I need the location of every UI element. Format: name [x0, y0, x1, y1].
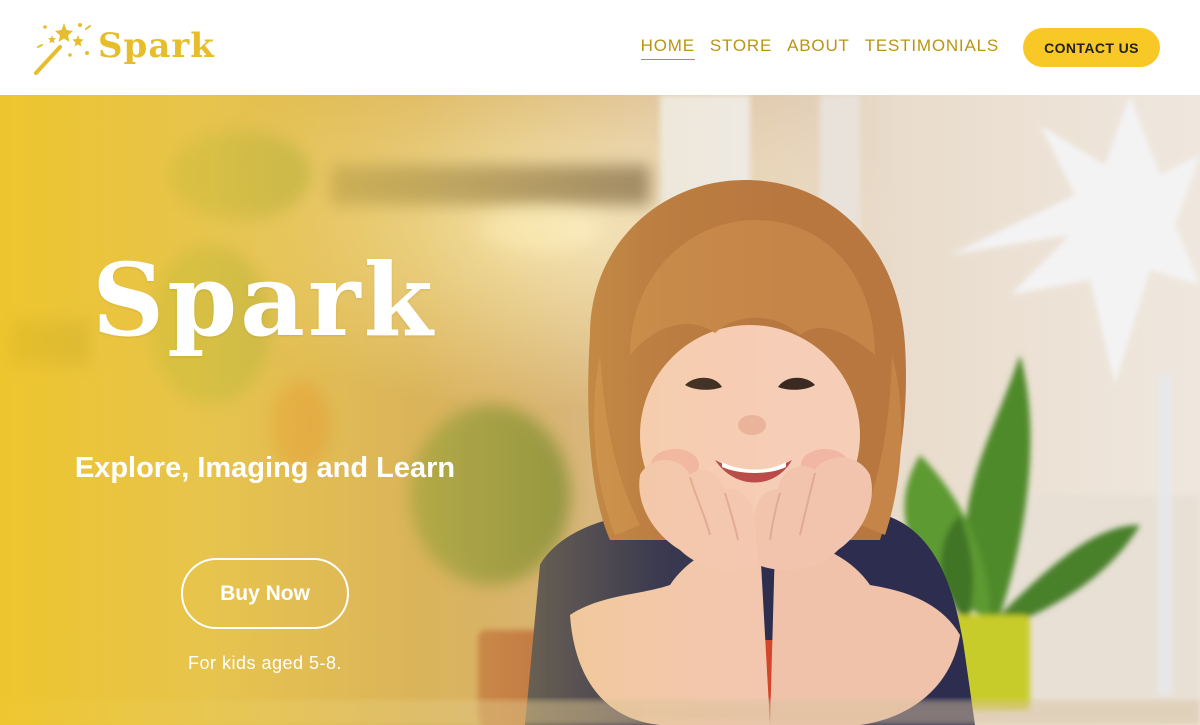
hero-section: Spark Explore, Imaging and Learn Buy Now… — [0, 95, 1200, 725]
contact-us-button[interactable]: CONTACT US — [1023, 28, 1160, 67]
brand-name: Spark — [98, 25, 215, 66]
buy-now-button[interactable]: Buy Now — [181, 558, 349, 629]
magic-wand-icon — [34, 22, 91, 75]
brand-logo[interactable]: Spark — [30, 17, 215, 79]
nav-link-home[interactable]: HOME — [640, 36, 695, 60]
hero-content: Spark Explore, Imaging and Learn Buy Now… — [0, 95, 1200, 725]
nav-link-about[interactable]: ABOUT — [787, 36, 850, 60]
site-header: Spark HOME STORE ABOUT TESTIMONIALS CONT… — [0, 0, 1200, 95]
hero-title: Spark — [92, 241, 436, 359]
main-nav: HOME STORE ABOUT TESTIMONIALS CONTACT US — [640, 28, 1160, 67]
nav-link-store[interactable]: STORE — [710, 36, 772, 60]
age-range-note: For kids aged 5-8. — [187, 653, 343, 673]
hero-subtitle: Explore, Imaging and Learn — [74, 452, 456, 484]
nav-link-testimonials[interactable]: TESTIMONIALS — [865, 36, 999, 60]
